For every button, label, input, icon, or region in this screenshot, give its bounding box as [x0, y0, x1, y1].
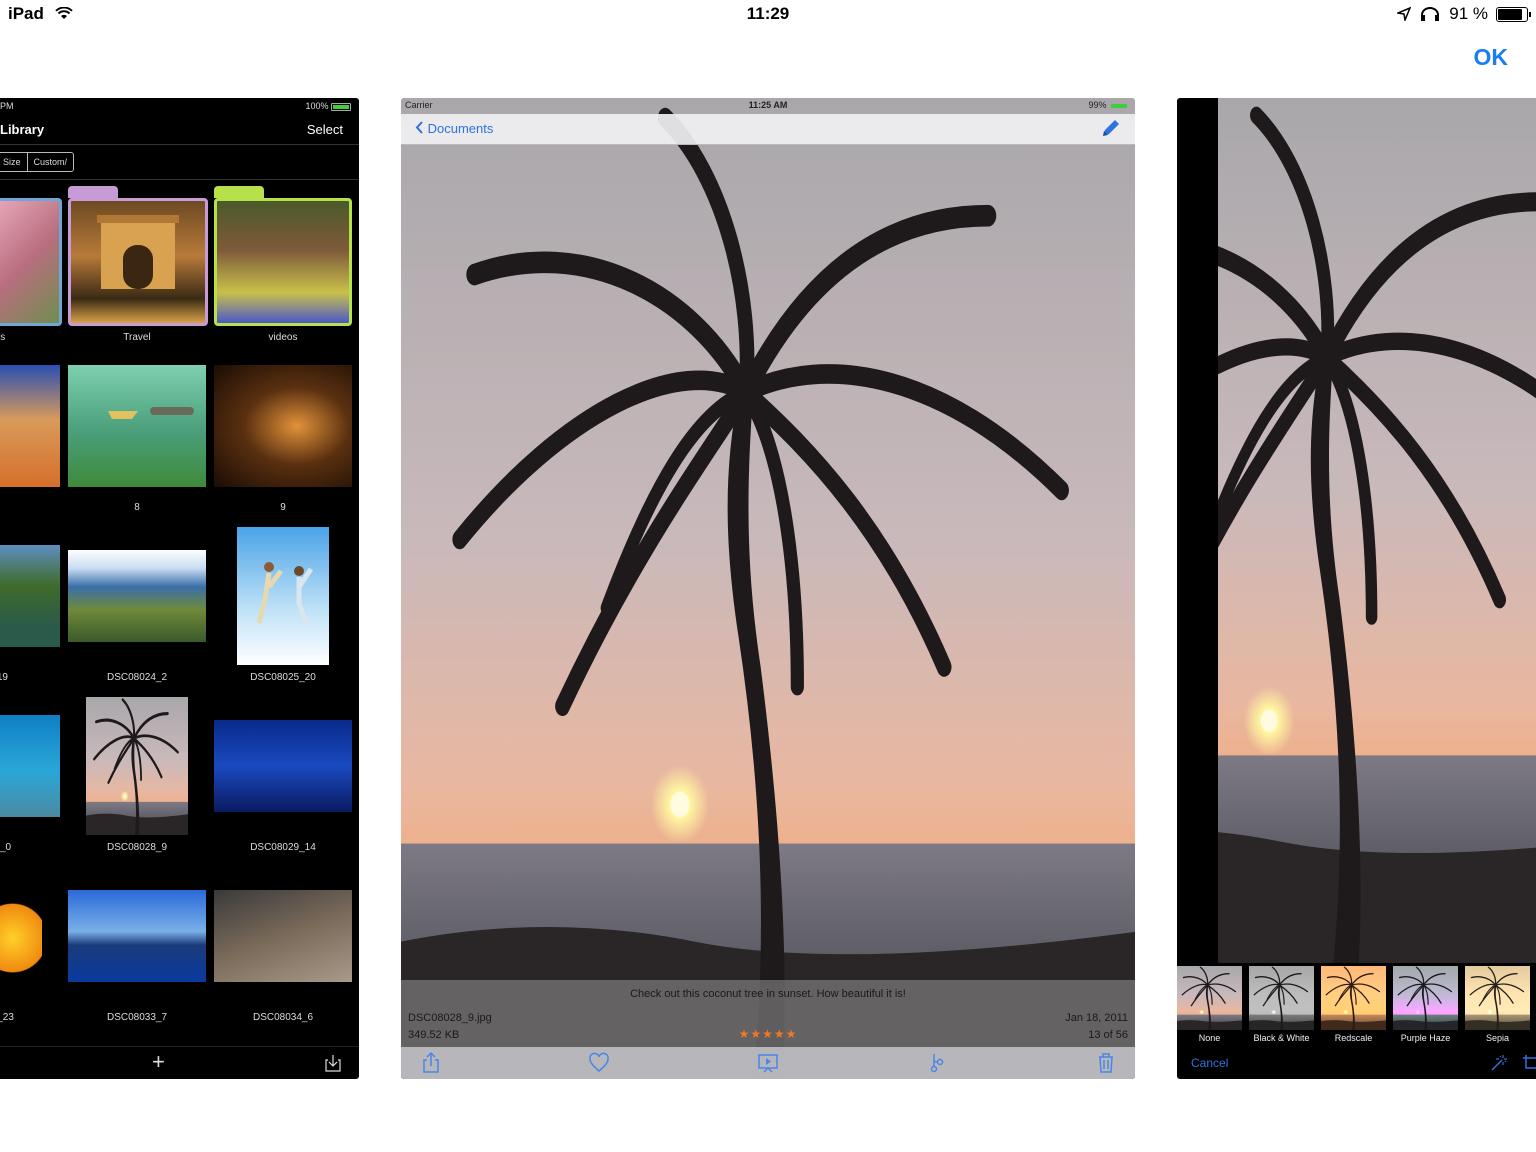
thumb-caption: Travel [123, 332, 151, 343]
thumb-caption: DSC08025_20 [250, 672, 316, 683]
thumb-caption: 27_0 [0, 842, 12, 853]
segment-custom[interactable]: Custom/ [26, 153, 74, 171]
palm-sunset-photo-zoomed [1218, 98, 1536, 963]
thumb-caption: 32_23 [0, 1012, 14, 1023]
thumb-caption: videos [268, 332, 298, 343]
filter-strip: None Black & White Redscale Purple Haze … [1177, 966, 1536, 1046]
library-title: Library [0, 122, 45, 137]
back-button[interactable]: Documents [415, 121, 493, 136]
viewer-nav-bar: Documents [401, 114, 1135, 145]
add-button[interactable]: + [152, 1049, 165, 1075]
thumb-caption: es [0, 332, 6, 343]
share-icon[interactable] [420, 1052, 442, 1074]
photo-info-bar: Check out this coconut tree in sunset. H… [401, 980, 1135, 1047]
viewer-screenshot-panel: Carrier 11:25 AM 99% Documents Check out… [401, 98, 1135, 1079]
library-screenshot-panel: PM 100% Library Select Size Custom/ es T… [0, 98, 359, 1079]
filter-preview-image [1249, 966, 1314, 1030]
filter-label: None [1198, 1033, 1221, 1043]
photo-thumbnail[interactable] [214, 365, 352, 487]
viewer-status-battery: 99% [1088, 100, 1129, 110]
photo-thumbnail[interactable] [68, 550, 206, 642]
headphones-icon [1421, 7, 1440, 21]
photo-thumbnail[interactable] [68, 365, 206, 487]
branch-icon[interactable] [926, 1052, 948, 1074]
library-toolbar: + [0, 1046, 359, 1079]
filter-black-white[interactable]: Black & White [1249, 966, 1314, 1046]
import-icon[interactable] [325, 1054, 341, 1072]
location-arrow-icon [1397, 7, 1412, 21]
ok-button[interactable]: OK [1474, 44, 1509, 71]
chevron-left-icon [415, 121, 423, 134]
magic-wand-icon[interactable] [1490, 1054, 1508, 1072]
filter-redscale[interactable]: Redscale [1321, 966, 1386, 1046]
folder-videos[interactable] [214, 198, 352, 326]
photo-thumbnail[interactable] [0, 890, 42, 986]
device-status-bar: iPad 11:29 91 % [0, 0, 1536, 30]
folder-travel[interactable] [68, 198, 208, 326]
heart-icon[interactable] [588, 1052, 610, 1074]
cancel-button[interactable]: Cancel [1191, 1056, 1228, 1070]
trash-icon[interactable] [1095, 1052, 1117, 1074]
photo-date: Jan 18, 2011 [1065, 1012, 1128, 1024]
thumb-caption: DSC08033_7 [106, 1012, 168, 1023]
photo-thumbnail[interactable] [214, 890, 352, 982]
photo-thumbnail[interactable] [68, 890, 206, 982]
filter-label: Redscale [1334, 1033, 1373, 1043]
photo-thumbnail[interactable] [86, 697, 188, 835]
filter-preview-image [1177, 966, 1242, 1030]
rating-stars[interactable]: ★★★★★ [401, 1027, 1135, 1041]
photo-thumbnail[interactable] [214, 720, 352, 812]
segment-size[interactable]: Size [0, 153, 27, 171]
battery-icon [1496, 6, 1531, 22]
sort-segment-control[interactable]: Size Custom/ [0, 152, 75, 172]
arch-image [97, 215, 179, 289]
viewer-toolbar [401, 1047, 1135, 1079]
palm-thumbnail-image [86, 697, 188, 835]
filter-sepia[interactable]: Sepia [1465, 966, 1530, 1046]
folder-tab [68, 186, 118, 198]
crop-icon[interactable] [1522, 1054, 1536, 1072]
pencil-icon[interactable] [1099, 118, 1121, 140]
thumb-caption: DSC08024_2 [106, 672, 168, 683]
filter-label: Purple Haze [1400, 1033, 1451, 1043]
palm-sunset-photo [401, 98, 1135, 1079]
photo-caption: Check out this coconut tree in sunset. H… [630, 988, 906, 1000]
divider [0, 179, 359, 180]
battery-level [1498, 8, 1522, 20]
library-status-time: PM [0, 101, 14, 111]
photo-thumbnail[interactable] [237, 527, 329, 665]
folder-thumbnail[interactable] [0, 198, 62, 326]
thumb-caption: DSC08029_14 [250, 842, 316, 853]
thumb-caption: 119 [0, 672, 8, 683]
library-status-battery: 100% [305, 101, 351, 111]
thumb-caption: 8 [134, 502, 140, 513]
photo-thumbnail[interactable] [0, 715, 60, 817]
jumping-people-image [256, 562, 314, 626]
folder-tab [214, 186, 264, 198]
thumb-caption: 9 [280, 502, 286, 513]
divider [0, 144, 359, 145]
viewer-status-time: 11:25 AM [748, 100, 788, 110]
filter-label: Black & White [1253, 1033, 1310, 1043]
viewer-status-bar: Carrier 11:25 AM 99% [401, 98, 1135, 114]
status-right-group: 91 % [1397, 4, 1531, 24]
photo-thumbnail[interactable] [0, 545, 60, 647]
filter-preview-image [1465, 966, 1530, 1030]
filter-preview-image [1321, 966, 1386, 1030]
battery-percent: 91 % [1449, 4, 1488, 23]
select-button[interactable]: Select [307, 122, 343, 137]
boat-image [108, 407, 194, 419]
filter-purple-haze[interactable]: Purple Haze [1393, 966, 1458, 1046]
photo-thumbnail[interactable] [0, 365, 60, 487]
status-time: 11:29 [746, 4, 790, 23]
filter-label: Sepia [1485, 1033, 1510, 1043]
filter-screenshot-panel: None Black & White Redscale Purple Haze … [1177, 98, 1536, 1079]
thumb-caption: DSC08034_6 [252, 1012, 314, 1023]
back-label: Documents [427, 121, 494, 136]
filter-none[interactable]: None [1177, 966, 1242, 1046]
slideshow-icon[interactable] [757, 1052, 779, 1074]
photo-filename: DSC08028_9.jpg [408, 1012, 492, 1024]
filter-preview-image [1393, 966, 1458, 1030]
thumb-caption: DSC08028_9 [106, 842, 168, 853]
